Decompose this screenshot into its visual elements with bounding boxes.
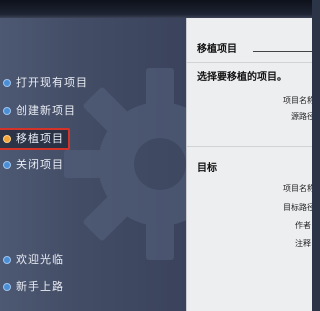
sidebar-item-label: 创建新项目 xyxy=(16,104,76,117)
panel-title: 移植项目 xyxy=(197,44,237,55)
bullet-active-icon xyxy=(3,135,11,143)
gear-watermark-icon xyxy=(64,68,186,260)
sidebar-item-label: 新手上路 xyxy=(16,280,64,293)
sidebar-item-label: 关闭项目 xyxy=(16,158,64,171)
author-label: 作者 xyxy=(295,221,311,230)
sidebar-item-migrate-project[interactable]: 移植项目 xyxy=(0,128,70,150)
sidebar-item-label: 欢迎光临 xyxy=(16,253,64,266)
divider xyxy=(187,146,312,147)
sidebar-item-welcome[interactable]: 欢迎光临 xyxy=(0,251,64,269)
bullet-icon xyxy=(3,107,11,115)
sidebar-item-open-project[interactable]: 打开现有项目 xyxy=(0,74,88,92)
sidebar-item-label: 打开现有项目 xyxy=(16,76,88,89)
sidebar-item-close-project[interactable]: 关闭项目 xyxy=(0,156,64,174)
sidebar: 打开现有项目 创建新项目 移植项目 关闭项目 欢迎光临 新手上路 xyxy=(0,18,186,311)
bullet-icon xyxy=(3,283,11,291)
bullet-icon xyxy=(3,79,11,87)
target-project-name-label: 项目名称 xyxy=(283,184,312,193)
comment-label: 注释 xyxy=(295,239,311,248)
bullet-icon xyxy=(3,161,11,169)
sidebar-item-getting-started[interactable]: 新手上路 xyxy=(0,278,64,296)
source-section-heading: 选择要移植的项目。 xyxy=(197,72,287,83)
migrate-project-panel: 移植项目 选择要移植的项目。 项目名称 源路径 目标 项目名称 目标路径 作者 … xyxy=(186,18,312,311)
title-bar xyxy=(0,0,312,18)
divider xyxy=(187,62,312,63)
target-path-label: 目标路径 xyxy=(283,203,312,212)
target-section-heading: 目标 xyxy=(197,163,217,174)
source-project-name-label: 项目名称 xyxy=(283,96,312,105)
sidebar-item-label: 移植项目 xyxy=(16,132,64,145)
bullet-icon xyxy=(3,256,11,264)
source-path-label: 源路径 xyxy=(291,112,312,121)
sidebar-item-create-project[interactable]: 创建新项目 xyxy=(0,102,76,120)
title-underline xyxy=(253,51,312,52)
